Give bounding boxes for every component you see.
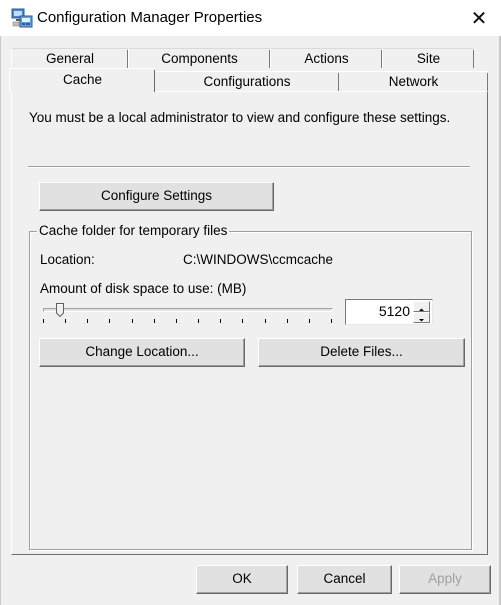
window-title: Configuration Manager Properties [37, 9, 263, 26]
chevron-down-icon [419, 319, 424, 322]
config-manager-icon [11, 8, 33, 28]
slider-tick [198, 319, 200, 323]
apply-button[interactable]: Apply [399, 565, 491, 594]
tab-general[interactable]: General [11, 48, 128, 68]
disk-space-value: 5120 [378, 303, 410, 319]
admin-notice: You must be a local administrator to vie… [29, 110, 451, 125]
disk-space-input[interactable]: 5120 [345, 299, 433, 325]
tab-label: Actions [304, 51, 349, 66]
disk-space-label: Amount of disk space to use: (MB) [40, 281, 247, 296]
cache-folder-group [29, 231, 472, 550]
slider-tick [242, 319, 244, 323]
slider-tick [131, 319, 133, 323]
tab-components[interactable]: Components [128, 48, 270, 68]
configure-settings-button[interactable]: Configure Settings [39, 182, 274, 211]
slider-tick [43, 319, 44, 323]
slider-tick [109, 319, 111, 323]
title-bar: Configuration Manager Properties ✕ [0, 0, 501, 36]
slider-tick [308, 319, 310, 323]
tab-label: Cache [62, 72, 103, 87]
close-button[interactable]: ✕ [462, 2, 496, 34]
slider-thumb[interactable] [56, 303, 65, 317]
slider-tick [175, 319, 177, 323]
cancel-button[interactable]: Cancel [297, 565, 392, 594]
tab-network[interactable]: Network [339, 71, 488, 91]
slider-tick [220, 319, 222, 323]
spin-down-button[interactable] [413, 312, 430, 323]
delete-files-button[interactable]: Delete Files... [258, 338, 465, 367]
tab-label: Components [161, 51, 238, 66]
spin-up-button[interactable] [413, 301, 430, 312]
close-icon: ✕ [470, 6, 488, 30]
separator [28, 166, 470, 168]
slider-tick [153, 319, 155, 323]
slider-tick [264, 319, 266, 323]
location-label: Location: [40, 252, 95, 267]
tab-configurations[interactable]: Configurations [155, 71, 339, 91]
slider-tick [87, 319, 89, 323]
tab-actions[interactable]: Actions [270, 48, 382, 68]
location-value: C:\WINDOWS\ccmcache [183, 252, 334, 267]
ok-button[interactable]: OK [196, 565, 288, 594]
tab-label: Configurations [203, 74, 291, 89]
slider-tick [331, 319, 332, 323]
slider-track [43, 308, 333, 312]
tab-cache[interactable]: Cache [9, 68, 155, 92]
slider-tick [65, 319, 67, 323]
change-location-button[interactable]: Change Location... [39, 338, 245, 367]
tab-label: Site [416, 51, 441, 66]
dialog-edge-left [0, 36, 1, 605]
group-title: Cache folder for temporary files [37, 223, 230, 238]
tab-label: Network [388, 74, 439, 89]
slider-tick [286, 319, 288, 323]
tab-site[interactable]: Site [382, 48, 474, 68]
tab-label: General [45, 51, 95, 66]
